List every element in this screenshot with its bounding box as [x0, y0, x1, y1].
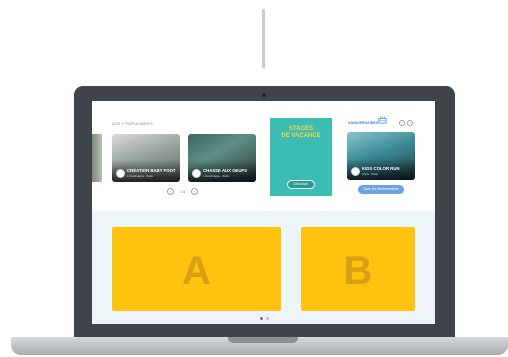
birthday-card[interactable]: KIDS COLOR RUN Anniv · Paris [347, 132, 415, 180]
tile-letter: B [343, 249, 373, 293]
card-subtitle: Anniv · Paris [362, 172, 378, 176]
discover-button[interactable]: Découvrir [287, 180, 315, 189]
carousel-dots [260, 317, 269, 320]
next-arrow-icon[interactable]: › [191, 188, 198, 195]
carousel-dot[interactable] [266, 317, 269, 320]
all-birthdays-button[interactable]: Tous les anniversaires [358, 185, 404, 194]
card-title: KIDS COLOR RUN [362, 166, 400, 171]
card-subtitle: 1 Festimagne · Paris [203, 174, 229, 178]
organizer-avatar-icon [116, 169, 125, 178]
prev-arrow-icon[interactable]: ‹ [167, 188, 174, 195]
laptop-screen: LES + POPULAIRES CRÉATION BABY FOOT 1 Fe… [92, 101, 435, 324]
activity-card[interactable]: CHASSE AUX OEUFS 1 Festimagne · Paris [188, 134, 256, 182]
divider-line [262, 9, 265, 68]
tile-b[interactable]: B [301, 227, 415, 311]
activity-card[interactable]: CRÉATION BABY FOOT 1 Festimagne · Paris [112, 134, 180, 182]
laptop-notch [228, 337, 298, 343]
promo-title-line2: DE VACANCE [281, 133, 321, 139]
lower-section: A B [92, 211, 435, 324]
promo-title-line1: STAGES [288, 126, 314, 132]
card-subtitle: 1 Festimagne · Paris [127, 174, 153, 178]
tile-a[interactable]: A [112, 227, 281, 311]
device-mockup: LES + POPULAIRES CRÉATION BABY FOOT 1 Fe… [0, 0, 508, 357]
partial-card[interactable] [92, 134, 102, 182]
section-label-anniversaires: ANNIVERSAIRES [348, 121, 379, 125]
promo-title: STAGES DE VACANCE [270, 126, 332, 140]
tile-letter: A [182, 249, 211, 293]
next-arrow-icon[interactable]: › [407, 120, 413, 126]
cake-icon [378, 116, 387, 124]
section-label-populaires: LES + POPULAIRES [112, 121, 153, 126]
pager-text: 1/4 [180, 189, 185, 194]
organizer-avatar-icon [192, 169, 201, 178]
organizer-avatar-icon [351, 167, 360, 176]
promo-banner[interactable]: STAGES DE VACANCE Découvrir [270, 118, 332, 196]
card-title: CRÉATION BABY FOOT [127, 168, 176, 173]
carousel-pager: ‹ 1/4 › [167, 188, 198, 195]
card-title: CHASSE AUX OEUFS [203, 168, 248, 173]
carousel-dot[interactable] [260, 317, 263, 320]
prev-arrow-icon[interactable]: ‹ [399, 120, 405, 126]
camera-icon [262, 93, 266, 97]
